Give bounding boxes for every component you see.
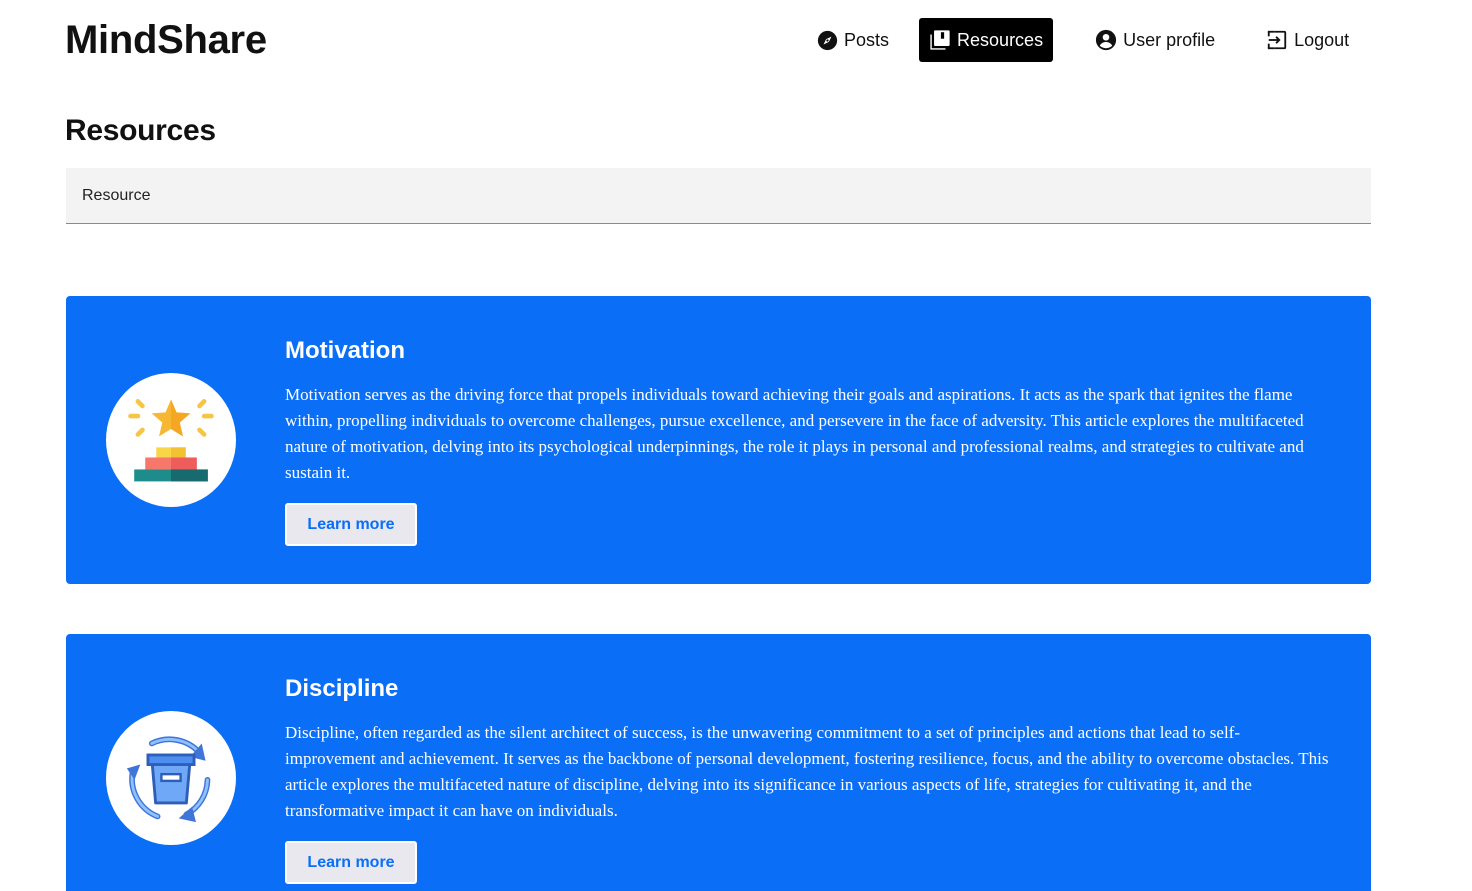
page-title: Resources xyxy=(65,114,216,147)
nav-resources-label: Resources xyxy=(957,29,1044,50)
card-description: Discipline, often regarded as the silent… xyxy=(285,723,1329,820)
card-description: Motivation serves as the driving force t… xyxy=(285,385,1304,482)
brand-logo[interactable]: MindShare xyxy=(65,16,267,64)
nav-posts-label: Posts xyxy=(844,29,890,50)
card-avatar xyxy=(106,373,236,507)
resource-search-input[interactable] xyxy=(66,168,1371,223)
recycle-box-icon xyxy=(126,736,211,823)
logout-icon xyxy=(1266,29,1288,51)
card-content: Motivation Motivation serves as the driv… xyxy=(285,334,1330,546)
resource-search-field[interactable] xyxy=(66,168,1371,224)
trophy-podium-icon xyxy=(128,399,214,482)
nav-resources[interactable]: Resources xyxy=(919,18,1054,62)
nav-user-profile-label: User profile xyxy=(1123,29,1216,50)
card-content: Discipline Discipline, often regarded as… xyxy=(285,672,1330,884)
compass-icon xyxy=(816,29,838,51)
main-nav: Posts Resources User profile Logout xyxy=(806,18,1359,62)
card-title: Motivation xyxy=(285,337,405,364)
page: MindShare Posts Resources User profile L… xyxy=(0,0,1472,891)
nav-user-profile[interactable]: User profile xyxy=(1085,18,1225,62)
card-title: Discipline xyxy=(285,675,399,702)
nav-posts[interactable]: Posts xyxy=(806,18,899,62)
learn-more-button[interactable]: Learn more xyxy=(285,503,417,546)
nav-logout-label: Logout xyxy=(1294,29,1350,50)
card-avatar xyxy=(106,711,236,845)
nav-logout[interactable]: Logout xyxy=(1256,18,1359,62)
learn-more-button[interactable]: Learn more xyxy=(285,841,417,884)
resource-card-motivation: Motivation Motivation serves as the driv… xyxy=(66,296,1371,584)
user-circle-icon xyxy=(1095,29,1117,51)
library-icon xyxy=(929,29,951,51)
resource-card-discipline: Discipline Discipline, often regarded as… xyxy=(66,634,1371,891)
